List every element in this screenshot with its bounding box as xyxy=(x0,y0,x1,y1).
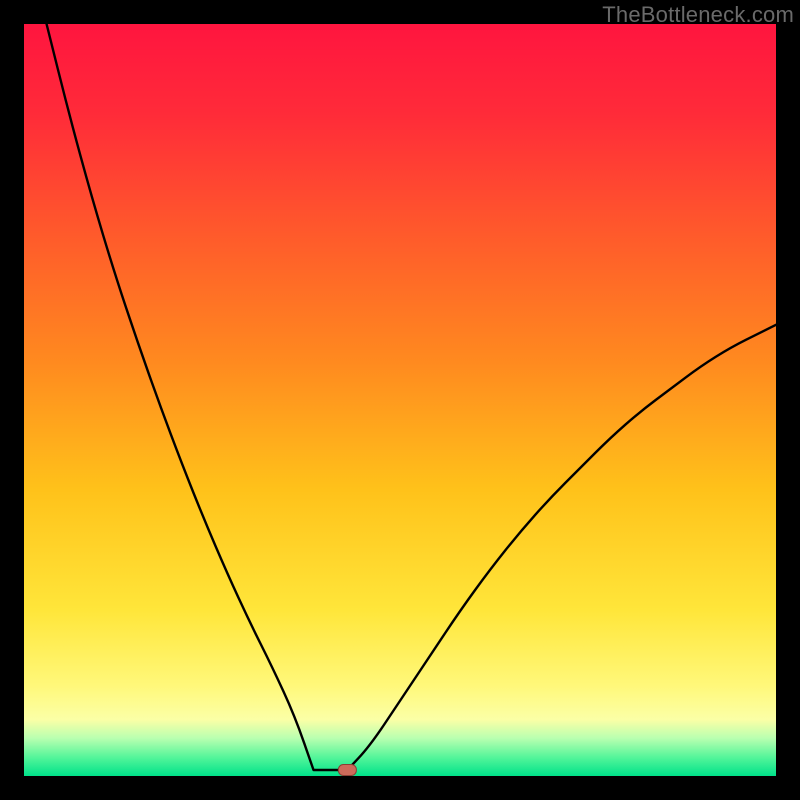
optimal-marker xyxy=(338,765,356,776)
watermark-text: TheBottleneck.com xyxy=(602,2,794,28)
chart-frame xyxy=(24,24,776,776)
gradient-background xyxy=(24,24,776,776)
bottleneck-chart xyxy=(24,24,776,776)
